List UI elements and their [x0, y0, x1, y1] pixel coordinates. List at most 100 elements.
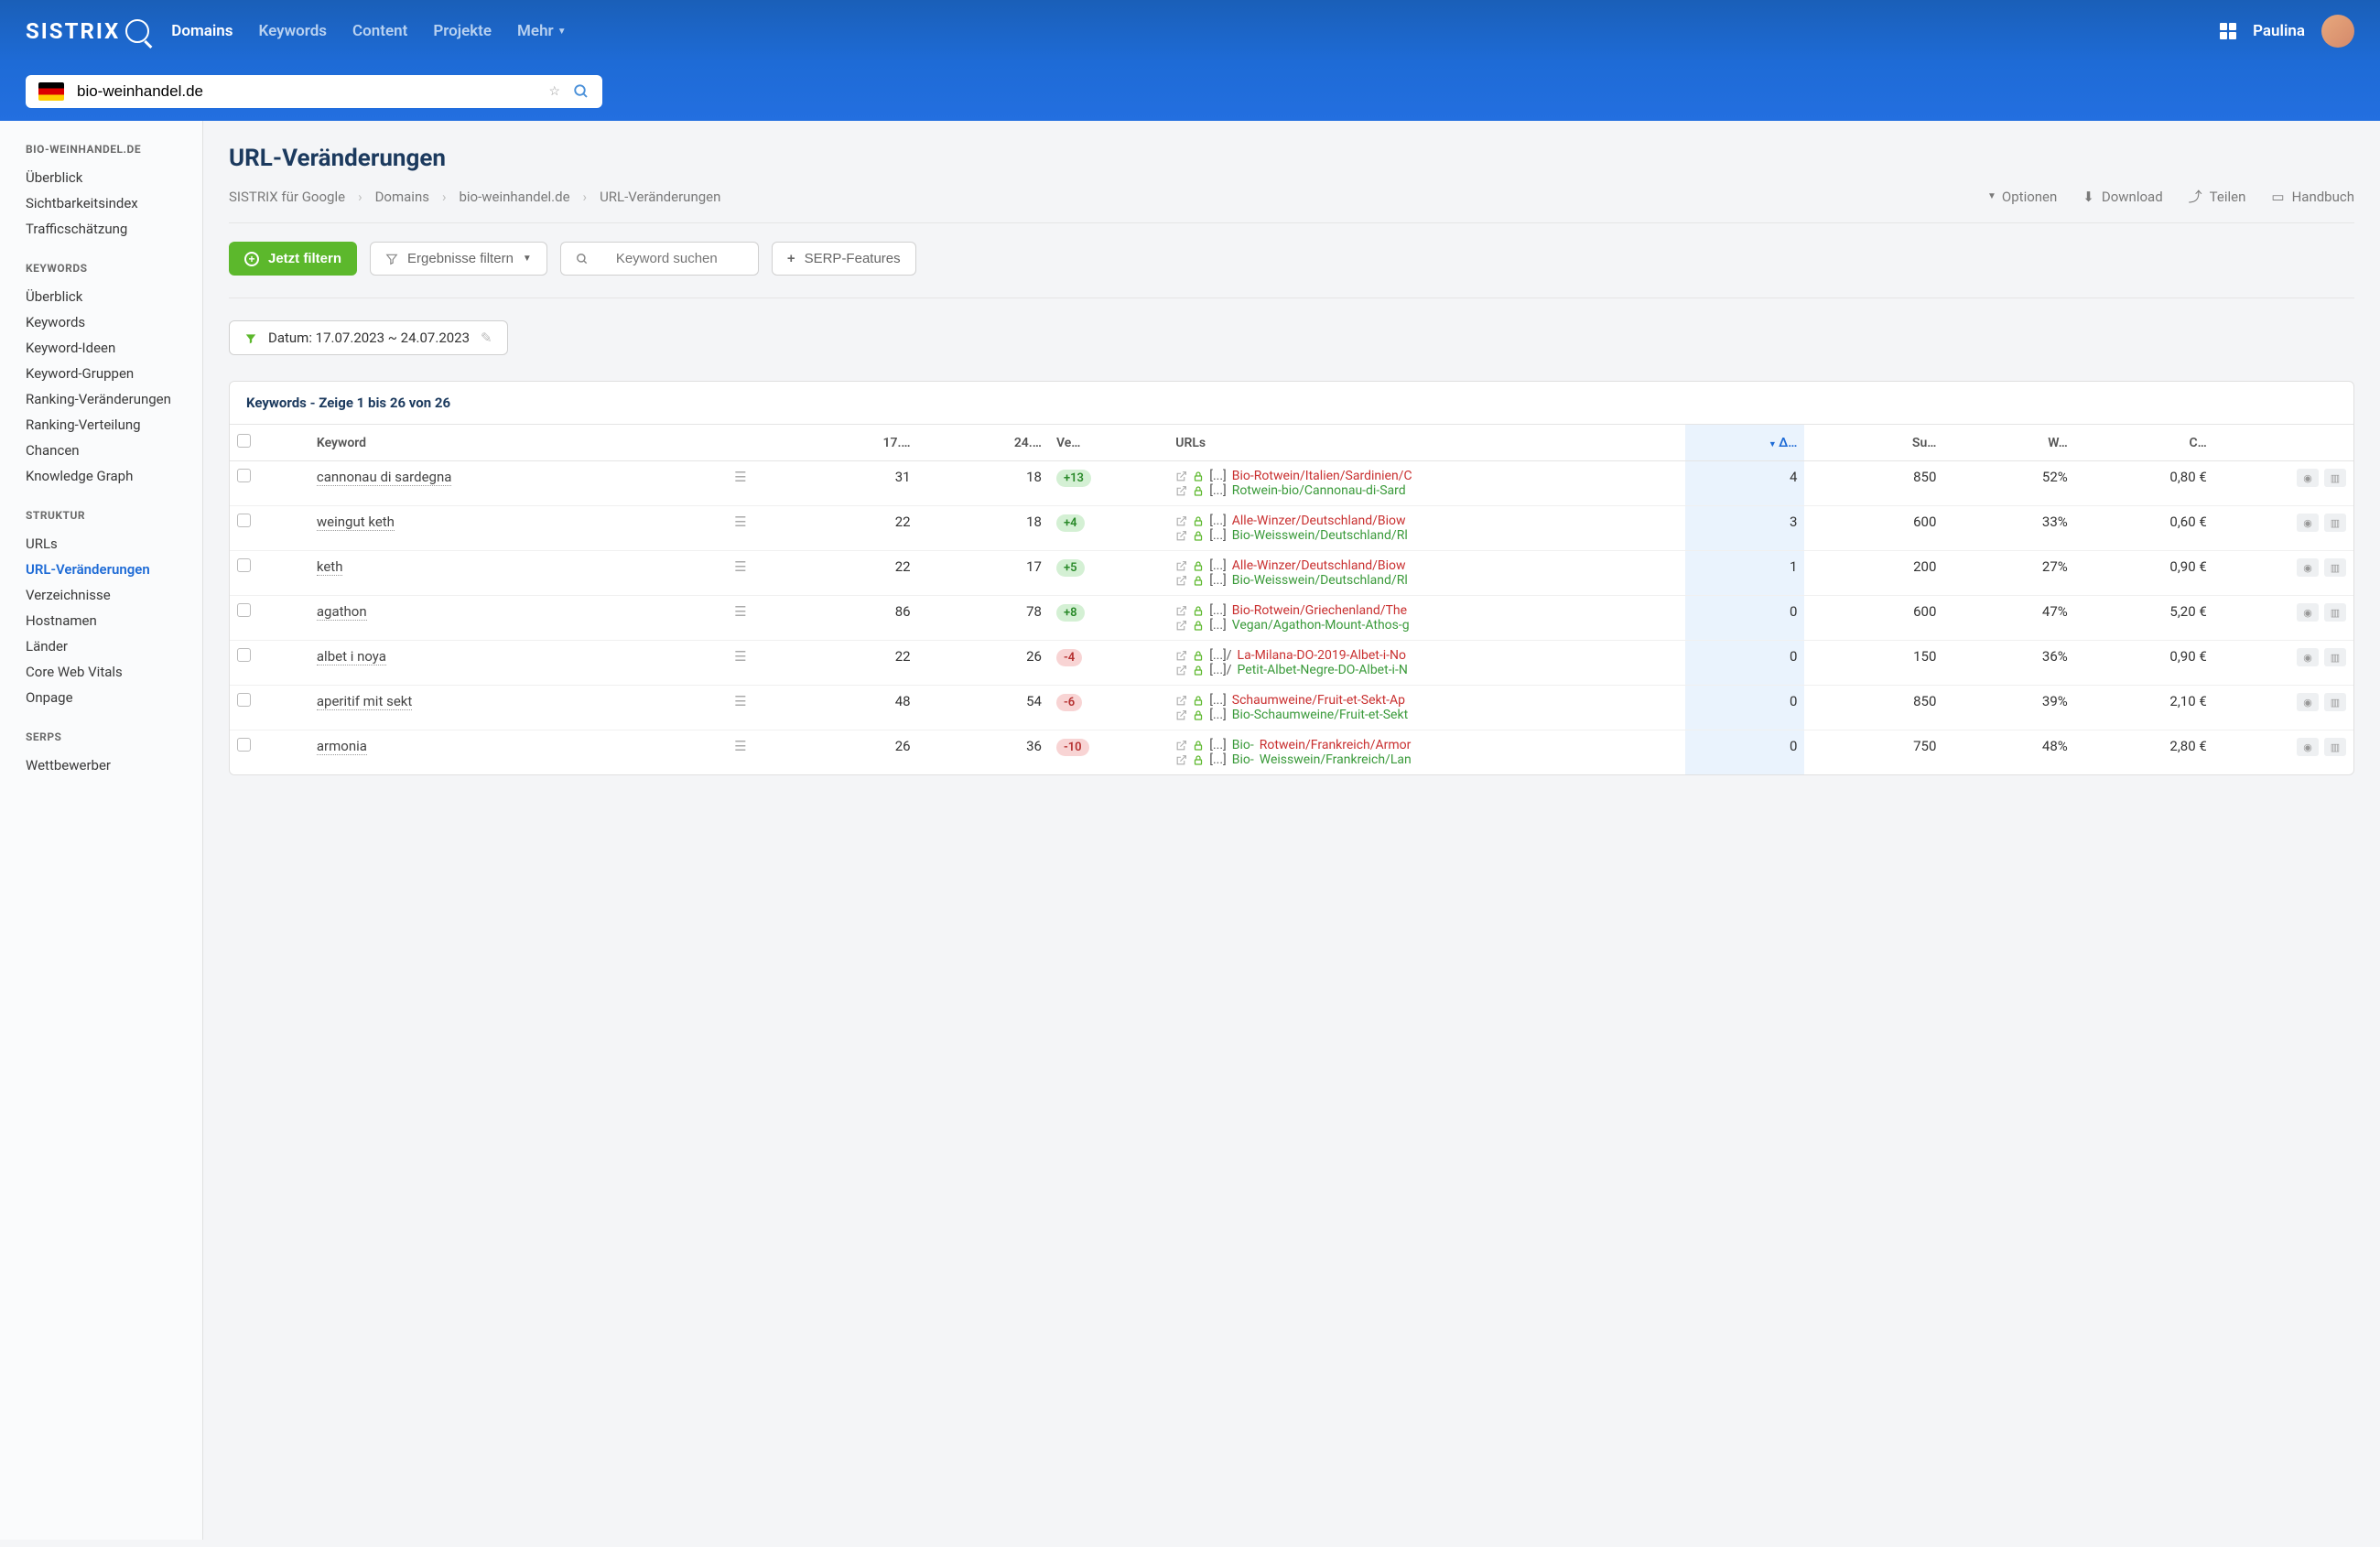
chart-icon[interactable]: ▥	[2324, 558, 2346, 577]
search-icon[interactable]	[573, 83, 590, 100]
snippet-icon[interactable]: ☰	[734, 514, 746, 530]
url-cell[interactable]: [...]Schaumweine/Fruit-et-Sekt-Ap [...]B…	[1168, 686, 1685, 730]
keyword-link[interactable]: cannonau di sardegna	[317, 469, 452, 486]
col-cpc[interactable]: C…	[2075, 425, 2214, 461]
eye-icon[interactable]: ◉	[2297, 648, 2319, 666]
side-cwv[interactable]: Core Web Vitals	[0, 659, 202, 685]
row-checkbox[interactable]	[237, 693, 251, 707]
eye-icon[interactable]: ◉	[2297, 603, 2319, 622]
row-checkbox[interactable]	[237, 648, 251, 662]
nav-content[interactable]: Content	[352, 22, 407, 40]
competition-value: 27%	[1943, 551, 2074, 596]
keyword-link[interactable]: agathon	[317, 603, 367, 621]
keyword-link[interactable]: armonia	[317, 738, 367, 755]
side-kw-keywords[interactable]: Keywords	[0, 309, 202, 335]
eye-icon[interactable]: ◉	[2297, 514, 2319, 532]
col-searchvol[interactable]: Su…	[1804, 425, 1943, 461]
star-icon[interactable]: ☆	[548, 84, 560, 99]
row-checkbox[interactable]	[237, 738, 251, 752]
side-url-changes[interactable]: URL-Veränderungen	[0, 557, 202, 582]
pencil-icon[interactable]: ✎	[481, 330, 492, 346]
url-cell[interactable]: [...]Bio-Rotwein/Italien/Sardinien/C [..…	[1168, 461, 1685, 506]
snippet-icon[interactable]: ☰	[734, 558, 746, 575]
col-urls[interactable]: URLs	[1168, 425, 1685, 461]
side-onpage[interactable]: Onpage	[0, 685, 202, 710]
side-hostnames[interactable]: Hostnamen	[0, 608, 202, 633]
nav-projekte[interactable]: Projekte	[433, 22, 492, 40]
download-button[interactable]: ⬇Download	[2082, 187, 2162, 206]
filter-results-button[interactable]: Ergebnisse filtern▼	[370, 242, 547, 276]
side-competitors[interactable]: Wettbewerber	[0, 752, 202, 778]
select-all-checkbox[interactable]	[237, 434, 251, 448]
url-cell[interactable]: [...]Alle-Winzer/Deutschland/Biow [...]B…	[1168, 551, 1685, 596]
col-change[interactable]: Ve…	[1049, 425, 1168, 461]
filter-now-button[interactable]: +Jetzt filtern	[229, 242, 357, 276]
de-flag-icon[interactable]	[38, 82, 64, 101]
logo[interactable]: SISTRIX	[26, 18, 149, 44]
url-cell[interactable]: [...]Alle-Winzer/Deutschland/Biow [...]B…	[1168, 506, 1685, 551]
side-kw-overview[interactable]: Überblick	[0, 284, 202, 309]
keyword-link[interactable]: weingut keth	[317, 514, 395, 531]
date-filter-chip[interactable]: Datum: 17.07.2023 ~ 24.07.2023 ✎	[229, 320, 508, 355]
keyword-link[interactable]: keth	[317, 558, 343, 576]
chart-icon[interactable]: ▥	[2324, 514, 2346, 532]
nav-mehr[interactable]: Mehr▼	[517, 22, 567, 40]
col-date1[interactable]: 17.…	[786, 425, 917, 461]
chart-icon[interactable]: ▥	[2324, 469, 2346, 487]
serp-features-button[interactable]: +SERP-Features	[772, 242, 916, 276]
side-kw-kg[interactable]: Knowledge Graph	[0, 463, 202, 489]
crumb-2[interactable]: bio-weinhandel.de	[459, 189, 569, 205]
snippet-icon[interactable]: ☰	[734, 738, 746, 754]
side-urls[interactable]: URLs	[0, 531, 202, 557]
side-kw-groups[interactable]: Keyword-Gruppen	[0, 361, 202, 386]
keyword-link[interactable]: albet i noya	[317, 648, 386, 665]
keyword-search-button[interactable]	[560, 242, 603, 276]
options-menu[interactable]: ▼Optionen	[1987, 187, 2057, 206]
url-cell[interactable]: [...]/La-Milana-DO-2019-Albet-i-No [...]…	[1168, 641, 1685, 686]
chart-icon[interactable]: ▥	[2324, 693, 2346, 711]
side-directories[interactable]: Verzeichnisse	[0, 582, 202, 608]
domain-input[interactable]	[77, 82, 536, 101]
eye-icon[interactable]: ◉	[2297, 738, 2319, 756]
keyword-link[interactable]: aperitif mit sekt	[317, 693, 412, 710]
avatar[interactable]	[2321, 15, 2354, 48]
snippet-icon[interactable]: ☰	[734, 603, 746, 620]
share-button[interactable]: ⤴Teilen	[2189, 187, 2246, 206]
side-kw-rankdist[interactable]: Ranking-Verteilung	[0, 412, 202, 438]
url-cell[interactable]: [...]Bio-Rotwein/Griechenland/The [...]V…	[1168, 596, 1685, 641]
row-checkbox[interactable]	[237, 558, 251, 572]
nav-domains[interactable]: Domains	[171, 22, 233, 40]
chart-icon[interactable]: ▥	[2324, 603, 2346, 622]
side-overview[interactable]: Überblick	[0, 165, 202, 190]
side-traffic[interactable]: Trafficschätzung	[0, 216, 202, 242]
snippet-icon[interactable]: ☰	[734, 693, 746, 709]
table-header-row: Keyword 17.… 24.… Ve… URLs ▼ Δ… Su… W… C…	[230, 425, 2353, 461]
eye-icon[interactable]: ◉	[2297, 469, 2319, 487]
row-checkbox[interactable]	[237, 514, 251, 527]
chart-icon[interactable]: ▥	[2324, 738, 2346, 756]
handbook-button[interactable]: ▭Handbuch	[2271, 187, 2354, 206]
row-checkbox[interactable]	[237, 603, 251, 617]
col-delta[interactable]: ▼ Δ…	[1685, 425, 1804, 461]
col-date2[interactable]: 24.…	[918, 425, 1049, 461]
side-kw-ideas[interactable]: Keyword-Ideen	[0, 335, 202, 361]
chart-icon[interactable]: ▥	[2324, 648, 2346, 666]
url-cell[interactable]: [...]Bio-Rotwein/Frankreich/Armor [...]B…	[1168, 730, 1685, 775]
eye-icon[interactable]: ◉	[2297, 558, 2319, 577]
snippet-icon[interactable]: ☰	[734, 469, 746, 485]
col-keyword[interactable]: Keyword	[309, 425, 727, 461]
col-competition[interactable]: W…	[1943, 425, 2074, 461]
crumb-0[interactable]: SISTRIX für Google	[229, 189, 345, 205]
side-visibility[interactable]: Sichtbarkeitsindex	[0, 190, 202, 216]
side-kw-rankchanges[interactable]: Ranking-Veränderungen	[0, 386, 202, 412]
snippet-icon[interactable]: ☰	[734, 648, 746, 665]
keyword-search-input[interactable]	[603, 242, 759, 276]
side-kw-chances[interactable]: Chancen	[0, 438, 202, 463]
crumb-1[interactable]: Domains	[375, 189, 429, 205]
username[interactable]: Paulina	[2253, 22, 2305, 40]
row-checkbox[interactable]	[237, 469, 251, 482]
nav-keywords[interactable]: Keywords	[259, 22, 327, 40]
apps-icon[interactable]	[2220, 23, 2236, 39]
eye-icon[interactable]: ◉	[2297, 693, 2319, 711]
side-countries[interactable]: Länder	[0, 633, 202, 659]
